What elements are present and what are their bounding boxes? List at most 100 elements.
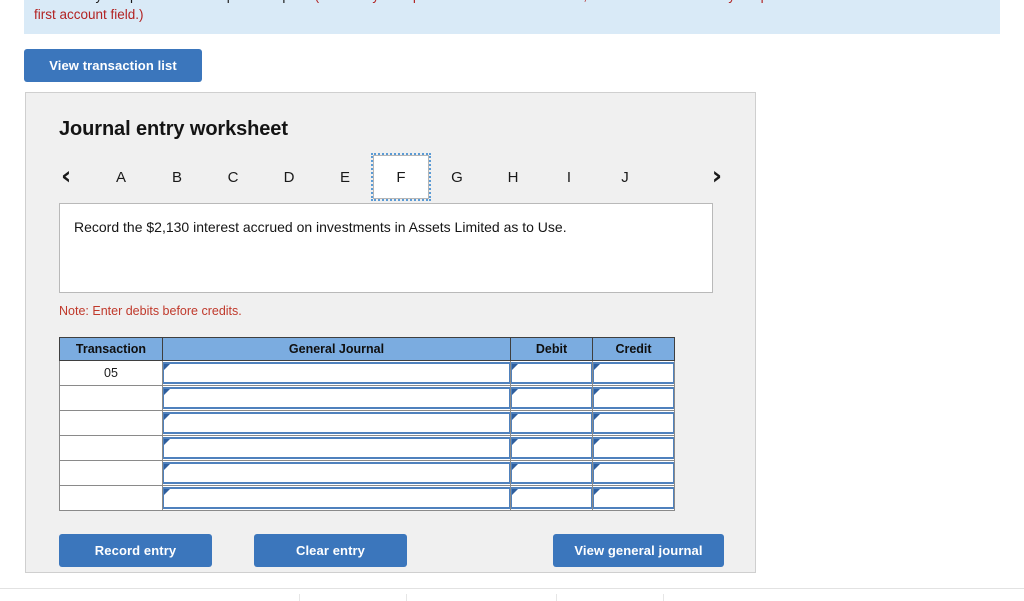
page-bottom-table-edge <box>0 588 1024 601</box>
column-header-debit: Debit <box>510 337 593 361</box>
general-journal-input[interactable] <box>163 437 510 459</box>
worksheet-tab-strip: ‹ A B C D E F G H I J › <box>59 153 724 201</box>
general-journal-cell[interactable] <box>162 485 511 511</box>
column-header-transaction: Transaction <box>59 337 163 361</box>
table-header-row: Transaction General Journal Debit Credit <box>59 337 675 361</box>
chevron-left-icon[interactable]: ‹ <box>61 163 71 188</box>
cell-corner-marker-icon <box>512 489 518 495</box>
debit-cell[interactable] <box>510 385 593 411</box>
journal-entry-worksheet-card: Journal entry worksheet ‹ A B C D E F G … <box>25 92 756 573</box>
column-header-credit: Credit <box>592 337 675 361</box>
general-journal-cell[interactable] <box>162 360 511 386</box>
tab-d[interactable]: D <box>261 155 317 199</box>
cell-corner-marker-icon <box>594 389 600 395</box>
table-row <box>59 385 675 411</box>
cell-corner-marker-icon <box>512 389 518 395</box>
credit-cell[interactable] <box>592 360 675 386</box>
cell-corner-marker-icon <box>164 489 170 495</box>
cell-corner-marker-icon <box>594 364 600 370</box>
tab-h[interactable]: H <box>485 155 541 199</box>
tab-e[interactable]: E <box>317 155 373 199</box>
bottom-column-separator <box>663 594 664 601</box>
tab-g[interactable]: G <box>429 155 485 199</box>
cell-corner-marker-icon <box>164 464 170 470</box>
cell-corner-marker-icon <box>512 364 518 370</box>
debit-cell[interactable] <box>510 460 593 486</box>
general-journal-input[interactable] <box>163 487 510 509</box>
transaction-number-cell <box>59 410 163 436</box>
instruction-hint-text: (If no entry is required for a transacti… <box>315 0 836 3</box>
worksheet-title: Journal entry worksheet <box>59 118 288 140</box>
debit-input[interactable] <box>511 462 592 484</box>
general-journal-input[interactable] <box>163 412 510 434</box>
debit-input[interactable] <box>511 487 592 509</box>
general-journal-input[interactable] <box>163 462 510 484</box>
record-entry-button[interactable]: Record entry <box>59 534 212 567</box>
credit-input[interactable] <box>593 362 674 384</box>
debit-cell[interactable] <box>510 435 593 461</box>
transaction-number-cell <box>59 485 163 511</box>
credit-cell[interactable] <box>592 460 675 486</box>
view-transaction-list-button[interactable]: View transaction list <box>24 49 202 82</box>
general-journal-cell[interactable] <box>162 410 511 436</box>
note-text: Enter debits before credits. <box>88 304 242 318</box>
general-journal-input[interactable] <box>163 362 510 384</box>
cell-corner-marker-icon <box>164 364 170 370</box>
credit-input[interactable] <box>593 487 674 509</box>
credit-cell[interactable] <box>592 435 675 461</box>
table-row <box>59 410 675 436</box>
general-journal-input[interactable] <box>163 387 510 409</box>
debit-input[interactable] <box>511 412 592 434</box>
debit-input[interactable] <box>511 362 592 384</box>
instruction-lead-text: Community Hospital is a not-for-profit h… <box>34 0 311 3</box>
credit-cell[interactable] <box>592 485 675 511</box>
table-row <box>59 435 675 461</box>
credit-input[interactable] <box>593 412 674 434</box>
transaction-number-cell: 05 <box>59 360 163 386</box>
bottom-column-separator <box>299 594 300 601</box>
tab-j[interactable]: J <box>597 155 653 199</box>
transaction-number-cell <box>59 385 163 411</box>
view-general-journal-button[interactable]: View general journal <box>553 534 724 567</box>
cell-corner-marker-icon <box>512 439 518 445</box>
cell-corner-marker-icon <box>594 489 600 495</box>
cell-corner-marker-icon <box>594 464 600 470</box>
credit-input[interactable] <box>593 387 674 409</box>
cell-corner-marker-icon <box>164 389 170 395</box>
cell-corner-marker-icon <box>594 439 600 445</box>
tab-f[interactable]: F <box>371 153 431 201</box>
table-row <box>59 485 675 511</box>
page-root: Community Hospital is a not-for-profit h… <box>0 0 1024 601</box>
tab-b[interactable]: B <box>149 155 205 199</box>
debit-input[interactable] <box>511 387 592 409</box>
cell-corner-marker-icon <box>594 414 600 420</box>
credit-input[interactable] <box>593 437 674 459</box>
debit-cell[interactable] <box>510 410 593 436</box>
tab-i[interactable]: I <box>541 155 597 199</box>
debit-input[interactable] <box>511 437 592 459</box>
tab-a[interactable]: A <box>93 155 149 199</box>
instruction-banner: Community Hospital is a not-for-profit h… <box>24 0 1000 34</box>
chevron-right-icon[interactable]: › <box>712 163 722 188</box>
general-journal-cell[interactable] <box>162 385 511 411</box>
table-row <box>59 460 675 486</box>
credit-cell[interactable] <box>592 410 675 436</box>
credit-cell[interactable] <box>592 385 675 411</box>
column-header-general-journal: General Journal <box>162 337 511 361</box>
debit-cell[interactable] <box>510 360 593 386</box>
general-journal-cell[interactable] <box>162 460 511 486</box>
note-label: Note: <box>59 304 89 318</box>
clear-entry-button[interactable]: Clear entry <box>254 534 407 567</box>
table-row: 05 <box>59 360 675 386</box>
tab-c[interactable]: C <box>205 155 261 199</box>
transaction-number-cell <box>59 435 163 461</box>
credit-input[interactable] <box>593 462 674 484</box>
journal-entry-table: Transaction General Journal Debit Credit… <box>59 337 675 511</box>
general-journal-cell[interactable] <box>162 435 511 461</box>
transaction-number-cell <box>59 460 163 486</box>
debit-cell[interactable] <box>510 485 593 511</box>
instruction-hint-text-line2: first account field.) <box>34 7 144 22</box>
bottom-column-separator <box>556 594 557 601</box>
cell-corner-marker-icon <box>512 414 518 420</box>
cell-corner-marker-icon <box>512 464 518 470</box>
